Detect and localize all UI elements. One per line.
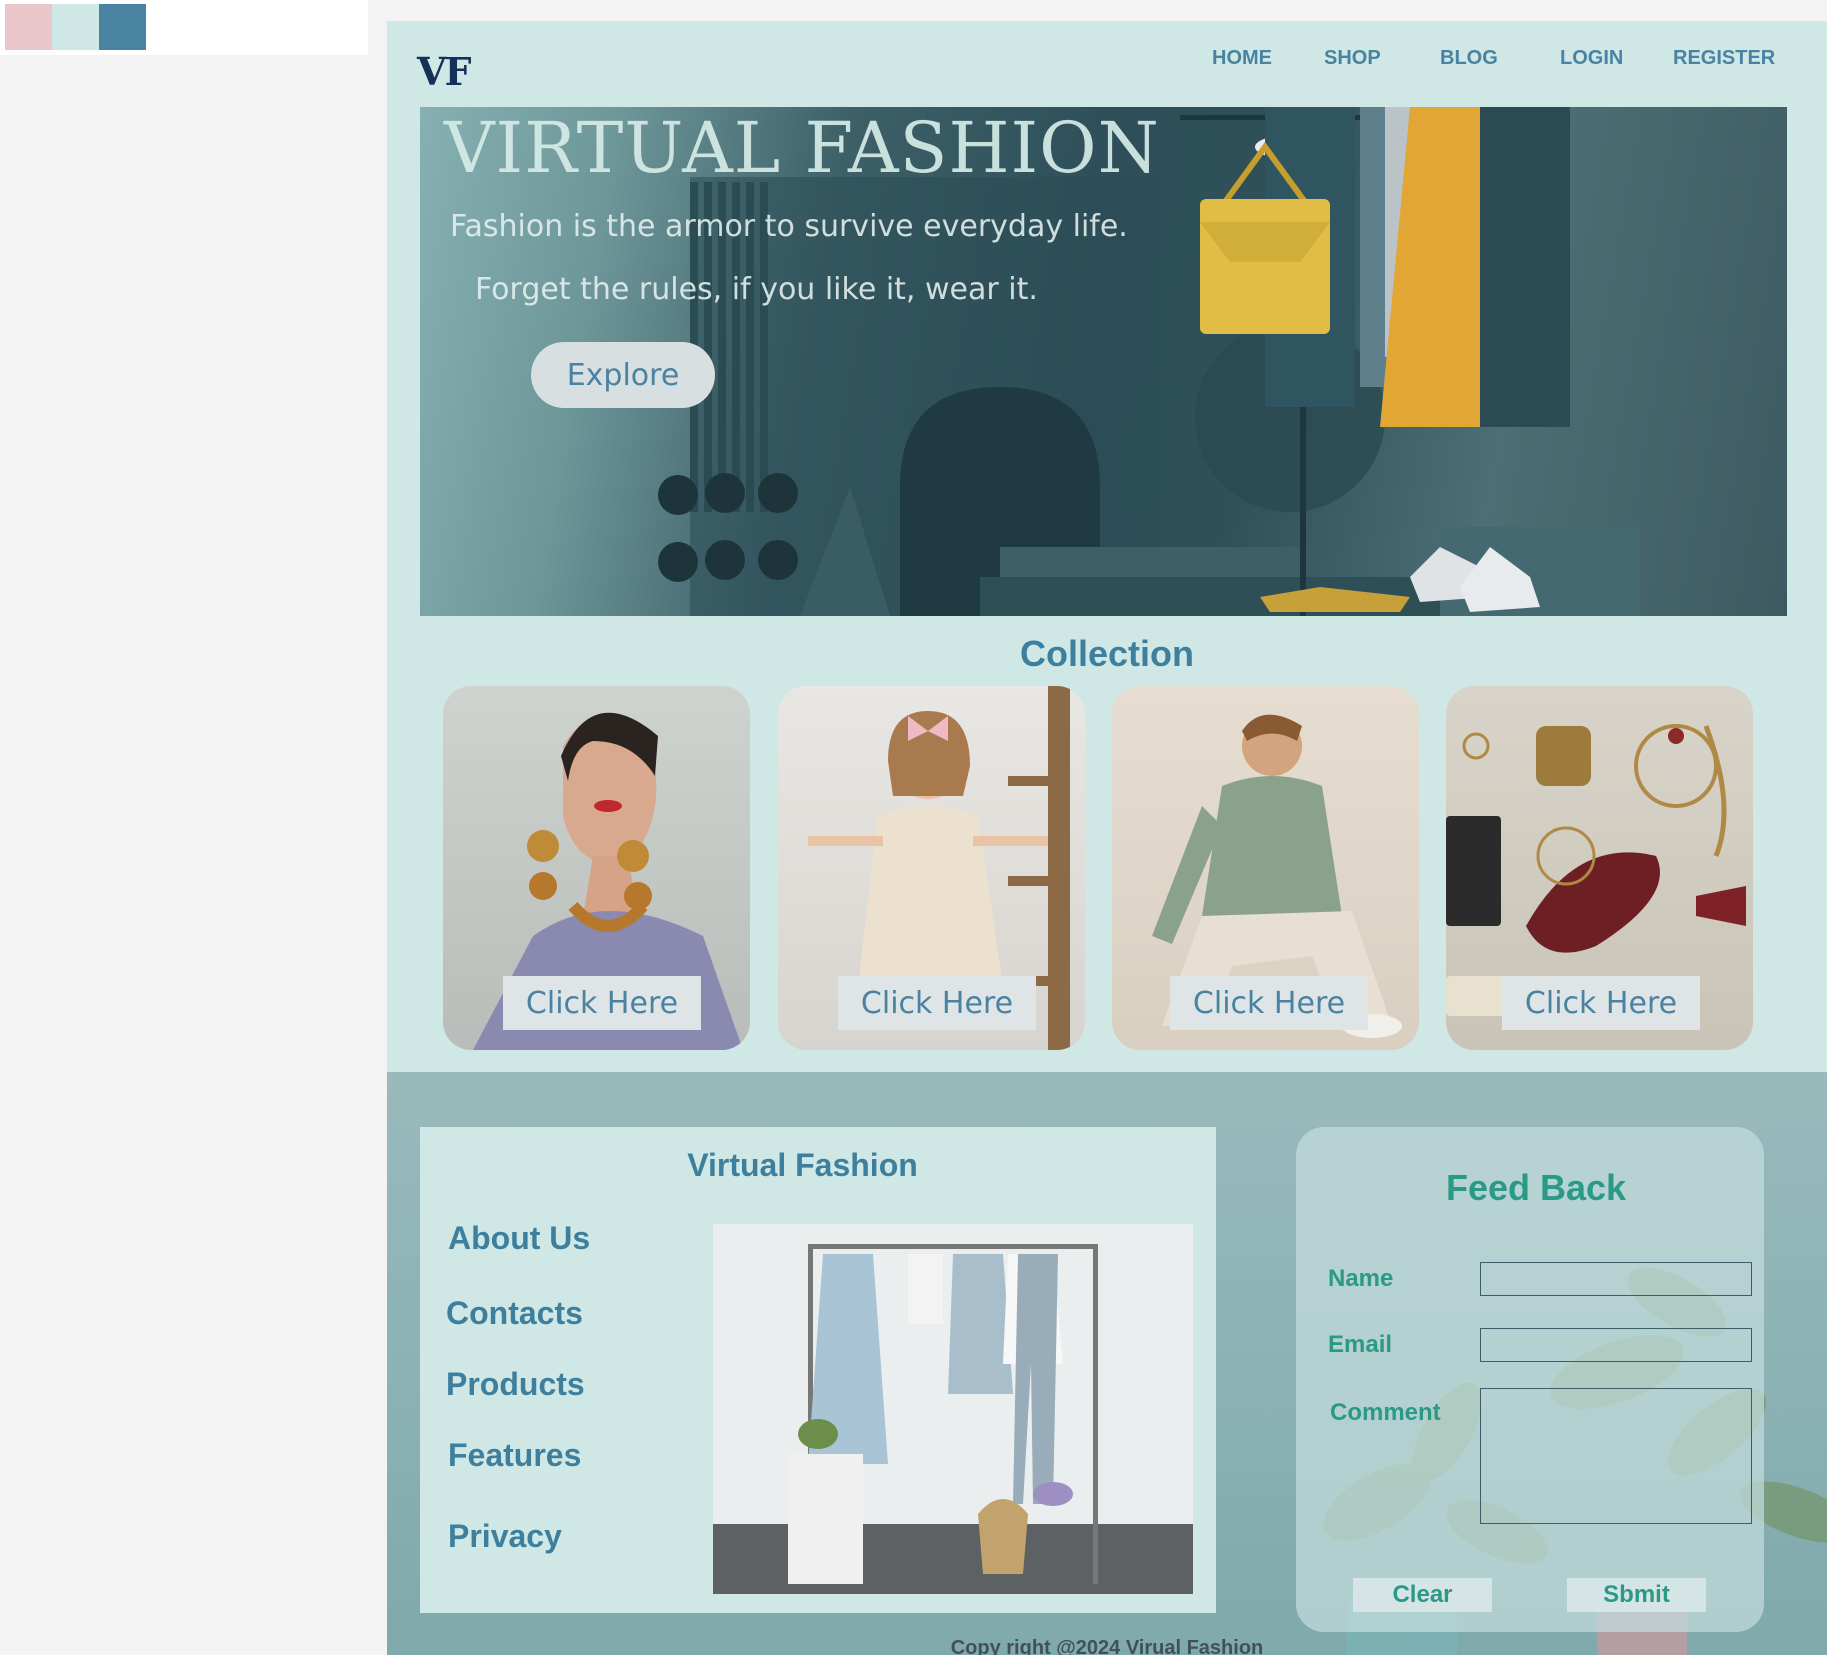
comment-textarea[interactable] — [1480, 1388, 1752, 1524]
hero-tagline-2: Forget the rules, if you like it, wear i… — [475, 272, 1038, 307]
info-panel: Virtual Fashion About Us Contacts Produc… — [420, 1127, 1216, 1613]
nav-login[interactable]: LOGIN — [1560, 47, 1623, 70]
color-palette — [0, 0, 368, 55]
submit-button[interactable]: Sbmit — [1567, 1578, 1706, 1612]
collection-title: Collection — [1019, 633, 1194, 674]
click-here-button-1[interactable]: Click Here — [503, 976, 701, 1030]
link-about-us[interactable]: About Us — [448, 1220, 590, 1257]
copyright: Copy right @2024 Virual Fashion — [950, 1637, 1264, 1655]
collection-card-kids[interactable]: Click Here — [778, 686, 1085, 1050]
clothes-rack-illustration — [713, 1244, 1193, 1594]
logo[interactable]: VF — [417, 49, 471, 94]
nav-blog[interactable]: BLOG — [1440, 47, 1498, 70]
collection-card-men[interactable]: Click Here — [1112, 686, 1419, 1050]
footer: Virtual Fashion About Us Contacts Produc… — [387, 1072, 1827, 1655]
email-input[interactable] — [1480, 1328, 1752, 1362]
link-features[interactable]: Features — [448, 1437, 581, 1474]
collection-card-accessories[interactable]: Click Here — [1446, 686, 1753, 1050]
hero-tagline-1: Fashion is the armor to survive everyday… — [450, 209, 1128, 244]
click-here-button-4[interactable]: Click Here — [1502, 976, 1700, 1030]
page-frame: VF HOME SHOP BLOG LOGIN REGISTER VIRTUAL… — [387, 21, 1827, 1655]
clothes-rack-photo — [713, 1224, 1193, 1594]
click-here-button-3[interactable]: Click Here — [1170, 976, 1368, 1030]
hero-title: VIRTUAL FASHION — [444, 107, 1160, 189]
comment-label: Comment — [1330, 1399, 1441, 1426]
nav-register[interactable]: REGISTER — [1673, 47, 1775, 70]
link-products[interactable]: Products — [446, 1366, 585, 1403]
explore-button[interactable]: Explore — [531, 342, 715, 408]
clear-button[interactable]: Clear — [1353, 1578, 1492, 1612]
swatch-pink — [5, 4, 52, 50]
hero-banner: VIRTUAL FASHION Fashion is the armor to … — [420, 107, 1787, 616]
nav-home[interactable]: HOME — [1212, 47, 1272, 70]
info-title: Virtual Fashion — [687, 1147, 918, 1183]
email-label: Email — [1328, 1331, 1393, 1358]
collection-card-women[interactable]: Click Here — [443, 686, 750, 1050]
click-here-button-2[interactable]: Click Here — [838, 976, 1036, 1030]
feedback-panel: Feed Back Name Email Comment Clear Sbmit — [1296, 1127, 1764, 1632]
link-contacts[interactable]: Contacts — [446, 1295, 583, 1332]
name-label: Name — [1328, 1265, 1394, 1292]
swatch-mint — [52, 4, 99, 50]
link-privacy[interactable]: Privacy — [448, 1518, 562, 1555]
feedback-title: Feed Back — [1445, 1167, 1627, 1208]
swatch-blue — [99, 4, 146, 50]
name-input[interactable] — [1480, 1262, 1752, 1296]
nav-shop[interactable]: SHOP — [1324, 47, 1381, 70]
